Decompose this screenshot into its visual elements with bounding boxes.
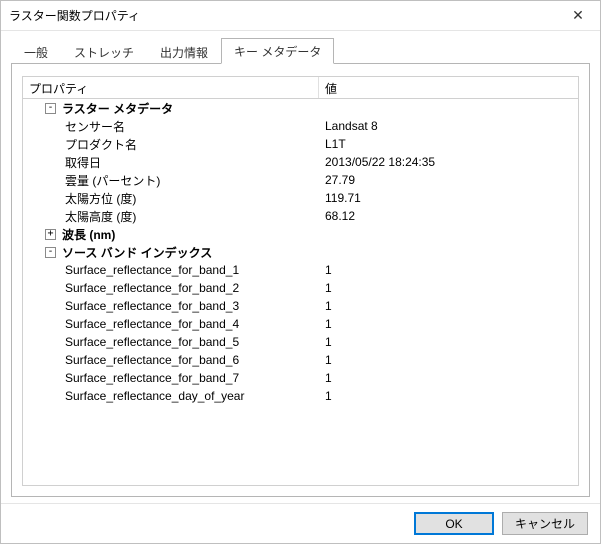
dialog-window: ラスター関数プロパティ ✕ 一般 ストレッチ 出力情報 キー メタデータ プロパ… <box>0 0 601 544</box>
property-label: 取得日 <box>65 154 101 171</box>
tab-content: プロパティ 値 - ラスター メタデータ センサー名 <box>11 63 590 497</box>
property-value: 2013/05/22 18:24:35 <box>319 155 578 169</box>
property-value: 1 <box>319 371 578 385</box>
group-label: 波長 (nm) <box>62 226 115 243</box>
expand-icon[interactable]: + <box>45 229 56 240</box>
dialog-body: 一般 ストレッチ 出力情報 キー メタデータ プロパティ 値 - ラスター <box>1 31 600 503</box>
property-row[interactable]: 太陽高度 (度) 68.12 <box>23 207 578 225</box>
property-value: L1T <box>319 137 578 151</box>
tab-general[interactable]: 一般 <box>11 39 61 64</box>
property-row[interactable]: センサー名 Landsat 8 <box>23 117 578 135</box>
property-label: プロダクト名 <box>65 136 137 153</box>
tab-row: 一般 ストレッチ 出力情報 キー メタデータ <box>11 39 590 63</box>
property-value: Landsat 8 <box>319 119 578 133</box>
property-label: Surface_reflectance_for_band_6 <box>65 353 239 367</box>
property-label: Surface_reflectance_for_band_3 <box>65 299 239 313</box>
window-title: ラスター関数プロパティ <box>9 7 556 24</box>
property-value: 1 <box>319 389 578 403</box>
property-row[interactable]: プロダクト名 L1T <box>23 135 578 153</box>
close-button[interactable]: ✕ <box>556 1 600 31</box>
property-value: 1 <box>319 299 578 313</box>
property-value: 1 <box>319 353 578 367</box>
tab-output-info[interactable]: 出力情報 <box>147 39 221 64</box>
tab-stretch[interactable]: ストレッチ <box>61 39 147 64</box>
property-value: 1 <box>319 263 578 277</box>
property-label: Surface_reflectance_for_band_2 <box>65 281 239 295</box>
property-row[interactable]: 雲量 (パーセント) 27.79 <box>23 171 578 189</box>
property-label: Surface_reflectance_for_band_4 <box>65 317 239 331</box>
property-value: 119.71 <box>319 191 578 205</box>
ok-button[interactable]: OK <box>414 512 494 535</box>
property-row[interactable]: Surface_reflectance_for_band_1 1 <box>23 261 578 279</box>
property-value: 1 <box>319 281 578 295</box>
property-row[interactable]: 太陽方位 (度) 119.71 <box>23 189 578 207</box>
property-label: Surface_reflectance_day_of_year <box>65 389 244 403</box>
property-row[interactable]: Surface_reflectance_for_band_2 1 <box>23 279 578 297</box>
property-row[interactable]: Surface_reflectance_day_of_year 1 <box>23 387 578 405</box>
column-header-property[interactable]: プロパティ <box>23 77 319 98</box>
property-label: Surface_reflectance_for_band_7 <box>65 371 239 385</box>
titlebar: ラスター関数プロパティ ✕ <box>1 1 600 31</box>
group-label: ソース バンド インデックス <box>62 244 212 261</box>
property-label: Surface_reflectance_for_band_1 <box>65 263 239 277</box>
property-row[interactable]: 取得日 2013/05/22 18:24:35 <box>23 153 578 171</box>
collapse-icon[interactable]: - <box>45 247 56 258</box>
property-value: 27.79 <box>319 173 578 187</box>
column-header-value[interactable]: 値 <box>319 77 578 98</box>
property-label: 太陽方位 (度) <box>65 190 136 207</box>
property-row[interactable]: Surface_reflectance_for_band_6 1 <box>23 351 578 369</box>
cancel-button[interactable]: キャンセル <box>502 512 588 535</box>
dialog-footer: OK キャンセル <box>1 503 600 543</box>
property-row[interactable]: Surface_reflectance_for_band_3 1 <box>23 297 578 315</box>
tab-key-metadata[interactable]: キー メタデータ <box>221 38 334 64</box>
grid-header: プロパティ 値 <box>23 77 578 99</box>
property-row[interactable]: Surface_reflectance_for_band_7 1 <box>23 369 578 387</box>
property-label: 太陽高度 (度) <box>65 208 136 225</box>
property-row[interactable]: Surface_reflectance_for_band_5 1 <box>23 333 578 351</box>
close-icon: ✕ <box>572 7 584 24</box>
property-label: センサー名 <box>65 118 125 135</box>
group-wavelength[interactable]: + 波長 (nm) <box>23 225 578 243</box>
property-label: Surface_reflectance_for_band_5 <box>65 335 239 349</box>
group-raster-metadata[interactable]: - ラスター メタデータ <box>23 99 578 117</box>
property-label: 雲量 (パーセント) <box>65 172 160 189</box>
property-grid[interactable]: プロパティ 値 - ラスター メタデータ センサー名 <box>22 76 579 486</box>
grid-body: - ラスター メタデータ センサー名 Landsat 8 プロダクト名 L1T <box>23 99 578 405</box>
group-source-band-index[interactable]: - ソース バンド インデックス <box>23 243 578 261</box>
property-value: 1 <box>319 335 578 349</box>
group-label: ラスター メタデータ <box>62 100 173 117</box>
property-value: 1 <box>319 317 578 331</box>
property-row[interactable]: Surface_reflectance_for_band_4 1 <box>23 315 578 333</box>
property-value: 68.12 <box>319 209 578 223</box>
collapse-icon[interactable]: - <box>45 103 56 114</box>
